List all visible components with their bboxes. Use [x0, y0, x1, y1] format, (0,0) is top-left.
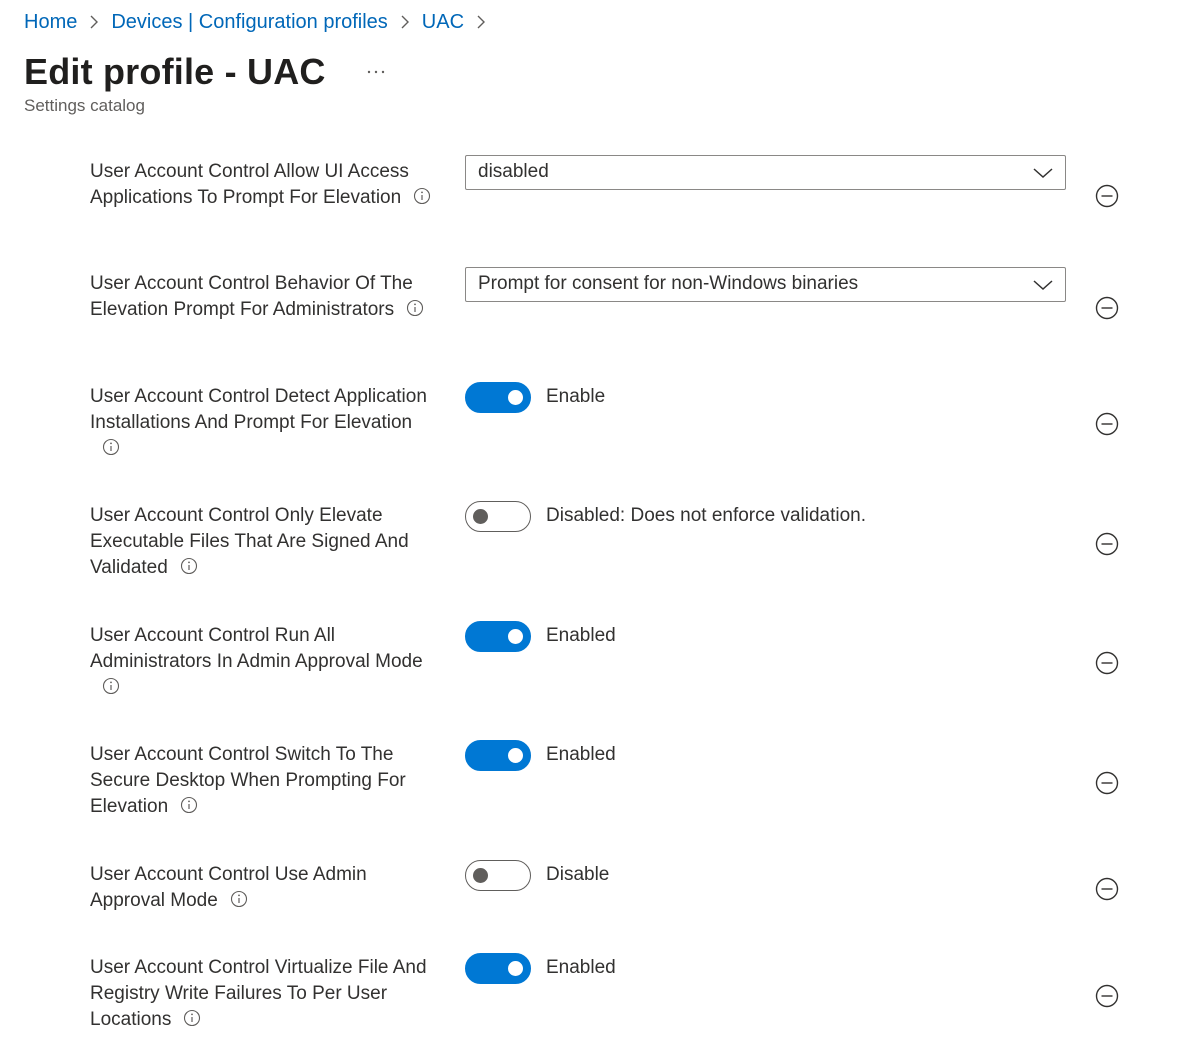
- info-icon[interactable]: [180, 796, 198, 814]
- setting-label-line: Approval Mode: [90, 888, 450, 914]
- setting-label-line: Validated: [90, 555, 450, 581]
- toggle-label: Enabled: [546, 625, 616, 646]
- setting-label-text: User Account Control Virtualize File And: [90, 957, 427, 978]
- setting-label-line: User Account Control Only Elevate: [90, 503, 450, 529]
- setting-label: User Account Control Detect Application I…: [90, 384, 450, 462]
- info-icon[interactable]: [413, 187, 431, 205]
- info-icon[interactable]: [406, 299, 424, 317]
- remove-setting-icon[interactable]: [1095, 771, 1119, 795]
- breadcrumb-home[interactable]: Home: [24, 11, 77, 34]
- setting-toggle[interactable]: [465, 860, 531, 891]
- dropdown-value: Prompt for consent for non-Windows binar…: [478, 273, 859, 294]
- toggle-label: Disabled: Does not enforce validation.: [546, 505, 867, 526]
- setting-label-line: User Account Control Use Admin: [90, 862, 450, 888]
- setting-label-text: Executable Files That Are Signed And: [90, 531, 409, 552]
- page-title: Edit profile - UAC: [24, 51, 326, 92]
- toggle-label: Disable: [546, 864, 610, 885]
- remove-setting-icon[interactable]: [1095, 877, 1119, 901]
- setting-label-line: Elevation Prompt For Administrators: [90, 297, 450, 323]
- setting-label-text: User Account Control Run All: [90, 625, 336, 646]
- setting-label-text: User Account Control Behavior Of The: [90, 273, 413, 294]
- remove-setting-icon[interactable]: [1095, 412, 1119, 436]
- setting-toggle[interactable]: [465, 740, 531, 771]
- title-row: Edit profile - UAC: [24, 50, 390, 94]
- remove-setting-icon[interactable]: [1095, 984, 1119, 1008]
- page-subtitle: Settings catalog: [24, 96, 145, 115]
- info-icon[interactable]: [102, 677, 120, 695]
- setting-label-line: Executable Files That Are Signed And: [90, 529, 450, 555]
- setting-label: User Account Control Run All Administrato…: [90, 623, 450, 701]
- toggle-knob: [473, 509, 488, 524]
- breadcrumb: Home Devices | Configuration profiles UA…: [24, 9, 498, 35]
- info-icon[interactable]: [183, 1009, 201, 1027]
- remove-setting-icon[interactable]: [1095, 651, 1119, 675]
- setting-label-text: Installations And Prompt For Elevation: [90, 412, 413, 433]
- breadcrumb-configuration-profiles[interactable]: Devices | Configuration profiles: [111, 11, 387, 34]
- toggle-label: Enable: [546, 386, 606, 407]
- setting-label: User Account Control Use Admin Approval M…: [90, 862, 450, 914]
- setting-label: User Account Control Switch To The Secure…: [90, 742, 450, 820]
- toggle-knob: [473, 868, 488, 883]
- chevron-down-icon: [1033, 164, 1053, 182]
- ellipsis-icon[interactable]: [362, 58, 390, 86]
- setting-label-text: User Account Control Switch To The: [90, 744, 394, 765]
- setting-label-text: Validated: [90, 557, 168, 578]
- dropdown-value: disabled: [478, 161, 549, 182]
- setting-label: User Account Control Virtualize File And…: [90, 955, 450, 1033]
- setting-label-line: Secure Desktop When Prompting For: [90, 768, 450, 794]
- setting-label-text: Approval Mode: [90, 890, 218, 911]
- setting-toggle[interactable]: [465, 382, 531, 413]
- toggle-label: Enabled: [546, 957, 616, 978]
- toggle-knob: [508, 961, 523, 976]
- setting-label-line: User Account Control Switch To The: [90, 742, 450, 768]
- setting-label-text: Registry Write Failures To Per User: [90, 983, 388, 1004]
- toggle-knob: [508, 390, 523, 405]
- setting-label-line: [90, 675, 450, 701]
- remove-setting-icon[interactable]: [1095, 184, 1119, 208]
- chevron-right-icon: [464, 9, 498, 35]
- setting-label-line: User Account Control Behavior Of The: [90, 271, 450, 297]
- setting-label-text: User Account Control Use Admin: [90, 864, 367, 885]
- info-icon[interactable]: [102, 438, 120, 456]
- toggle-knob: [508, 748, 523, 763]
- setting-label: User Account Control Only Elevate Executa…: [90, 503, 450, 581]
- setting-label-line: Installations And Prompt For Elevation: [90, 410, 450, 436]
- setting-label-line: Locations: [90, 1007, 450, 1033]
- setting-label-line: Administrators In Admin Approval Mode: [90, 649, 450, 675]
- setting-toggle[interactable]: [465, 501, 531, 532]
- setting-label-text: User Account Control Only Elevate: [90, 505, 383, 526]
- info-icon[interactable]: [230, 890, 248, 908]
- setting-label-line: Elevation: [90, 794, 450, 820]
- setting-dropdown[interactable]: disabled: [465, 155, 1066, 190]
- setting-label-line: User Account Control Detect Application: [90, 384, 450, 410]
- toggle-knob: [508, 629, 523, 644]
- setting-label-line: User Account Control Allow UI Access: [90, 159, 450, 185]
- remove-setting-icon[interactable]: [1095, 296, 1119, 320]
- chevron-right-icon: [77, 9, 111, 35]
- setting-toggle[interactable]: [465, 953, 531, 984]
- setting-label-text: Secure Desktop When Prompting For: [90, 770, 406, 791]
- setting-label-line: Applications To Prompt For Elevation: [90, 185, 450, 211]
- setting-label-line: User Account Control Run All: [90, 623, 450, 649]
- remove-setting-icon[interactable]: [1095, 532, 1119, 556]
- breadcrumb-uac[interactable]: UAC: [422, 11, 464, 34]
- chevron-right-icon: [388, 9, 422, 35]
- setting-label-line: [90, 436, 450, 462]
- info-icon[interactable]: [180, 557, 198, 575]
- setting-label: User Account Control Behavior Of The Elev…: [90, 271, 450, 323]
- setting-label-text: User Account Control Allow UI Access: [90, 161, 409, 182]
- setting-label: User Account Control Allow UI Access Appl…: [90, 159, 450, 211]
- setting-label-text: Locations: [90, 1009, 172, 1030]
- setting-toggle[interactable]: [465, 621, 531, 652]
- setting-label-text: Elevation Prompt For Administrators: [90, 299, 395, 320]
- setting-label-text: Applications To Prompt For Elevation: [90, 187, 402, 208]
- setting-label-text: Administrators In Admin Approval Mode: [90, 651, 423, 672]
- chevron-down-icon: [1033, 276, 1053, 294]
- setting-label-text: User Account Control Detect Application: [90, 386, 427, 407]
- toggle-label: Enabled: [546, 744, 616, 765]
- setting-dropdown[interactable]: Prompt for consent for non-Windows binar…: [465, 267, 1066, 302]
- setting-label-text: Elevation: [90, 796, 169, 817]
- setting-label-line: User Account Control Virtualize File And: [90, 955, 450, 981]
- setting-label-line: Registry Write Failures To Per User: [90, 981, 450, 1007]
